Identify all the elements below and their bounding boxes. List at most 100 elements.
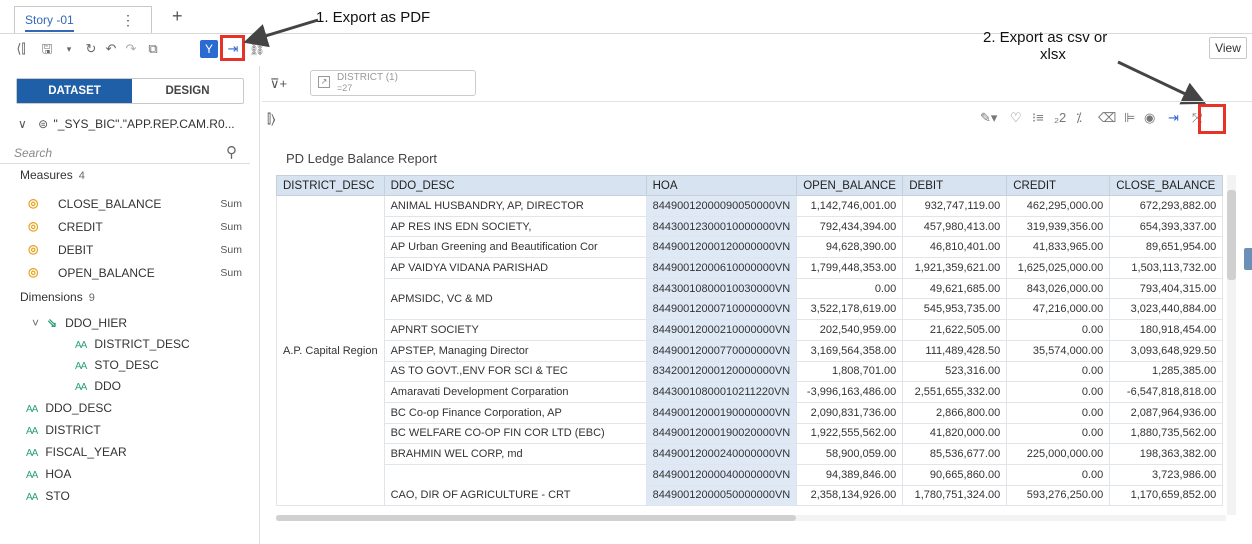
hoa-cell[interactable]: 84490012000190000000VN: [645, 401, 798, 424]
close-balance-cell[interactable]: 793,404,315.00: [1109, 277, 1224, 300]
debit-cell[interactable]: 41,820,000.00: [902, 422, 1008, 445]
debit-cell[interactable]: 2,866,800.00: [902, 401, 1008, 424]
ddo-cell[interactable]: Amaravati Development Corparation: [383, 381, 647, 403]
credit-cell[interactable]: 47,216,000.00: [1006, 298, 1111, 321]
ddo-cell[interactable]: BRAHMIN WEL CORP, md: [383, 443, 647, 465]
ddo-cell[interactable]: BC WELFARE CO-OP FIN COR LTD (EBC): [383, 422, 647, 445]
credit-cell[interactable]: 0.00: [1006, 422, 1111, 445]
close-balance-cell[interactable]: 2,087,964,936.00: [1109, 401, 1224, 424]
ddo-cell[interactable]: CAO, DIR OF AGRICULTURE - CRT: [383, 463, 647, 507]
open-balance-cell[interactable]: 1,799,448,353.00: [796, 257, 904, 279]
dataset-selector[interactable]: ∨ ⊜ "_SYS_BIC"."APP.REP.CAM.R0...: [18, 117, 248, 131]
open-balance-cell[interactable]: 3,522,178,619.00: [796, 298, 904, 321]
debit-cell[interactable]: 1,921,359,621.00: [902, 257, 1008, 279]
close-balance-cell[interactable]: 89,651,954.00: [1109, 236, 1224, 259]
close-balance-cell[interactable]: 1,170,659,852.00: [1109, 484, 1224, 507]
hoa-cell[interactable]: 84490012000210000000VN: [645, 319, 798, 341]
district-cell[interactable]: A.P. Capital Region: [276, 194, 385, 507]
ddo-cell[interactable]: BC Co-op Finance Corporation, AP: [383, 401, 647, 424]
open-balance-cell[interactable]: 94,389,846.00: [796, 463, 904, 486]
credit-cell[interactable]: 0.00: [1006, 360, 1111, 383]
credit-cell[interactable]: 225,000,000.00: [1006, 443, 1111, 465]
hoa-cell[interactable]: 84490012000190020000VN: [645, 422, 798, 445]
column-header[interactable]: OPEN_BALANCE: [796, 175, 904, 196]
eye-icon[interactable]: ◉: [1144, 110, 1155, 126]
open-balance-cell[interactable]: 1,808,701.00: [796, 360, 904, 383]
credit-cell[interactable]: 1,625,025,000.00: [1006, 257, 1111, 279]
close-balance-cell[interactable]: 1,285,385.00: [1109, 360, 1224, 383]
align-icon[interactable]: ⊫: [1124, 110, 1135, 126]
credit-cell[interactable]: 35,574,000.00: [1006, 339, 1111, 362]
hoa-cell[interactable]: 84430010800010211220VN: [645, 381, 798, 403]
open-balance-cell[interactable]: 2,358,134,926.00: [796, 484, 904, 507]
ddo-cell[interactable]: AP VAIDYA VIDANA PARISHAD: [383, 257, 647, 279]
sort-icon[interactable]: ⁝≡: [1032, 110, 1044, 126]
open-balance-cell[interactable]: 2,090,831,736.00: [796, 401, 904, 424]
close-balance-cell[interactable]: 3,093,648,929.50: [1109, 339, 1224, 362]
dimension-item[interactable]: AA FISCAL_YEAR: [26, 445, 127, 459]
close-balance-cell[interactable]: 180,918,454.00: [1109, 319, 1224, 341]
debit-cell[interactable]: 545,953,735.00: [902, 298, 1008, 321]
open-balance-cell[interactable]: 792,434,394.00: [796, 215, 904, 238]
dimension-item[interactable]: AA STO_DESC: [75, 358, 159, 372]
open-balance-cell[interactable]: 202,540,959.00: [796, 319, 904, 341]
column-header[interactable]: DISTRICT_DESC: [276, 175, 385, 196]
debit-cell[interactable]: 85,536,677.00: [902, 443, 1008, 465]
dimension-hierarchy[interactable]: ˅ ⇘ DDO_HIER: [32, 316, 127, 330]
export-data-icon[interactable]: ⇥: [1168, 110, 1179, 126]
column-header[interactable]: CLOSE_BALANCE: [1109, 175, 1224, 196]
credit-cell[interactable]: 593,276,250.00: [1006, 484, 1111, 507]
close-balance-cell[interactable]: 3,723,986.00: [1109, 463, 1224, 486]
hoa-cell[interactable]: 84490012000090050000VN: [645, 195, 798, 217]
column-header[interactable]: CREDIT: [1006, 175, 1111, 196]
hoa-cell[interactable]: 84490012000770000000VN: [645, 339, 798, 362]
dimension-item[interactable]: AA DDO: [75, 379, 121, 393]
search-placeholder[interactable]: Search: [14, 146, 52, 160]
open-balance-cell[interactable]: 58,900,059.00: [796, 443, 904, 465]
hoa-cell[interactable]: 84430010800010030000VN: [645, 277, 798, 300]
percent-icon[interactable]: ⁒: [1076, 110, 1082, 126]
debit-cell[interactable]: 2,551,655,332.00: [902, 381, 1008, 403]
measure-item[interactable]: ◎ OPEN_BALANCE Sum: [28, 265, 244, 283]
close-balance-cell[interactable]: -6,547,818,818.00: [1109, 381, 1224, 403]
hoa-cell[interactable]: 83420012000120000000VN: [645, 360, 798, 383]
measure-item[interactable]: ◎ DEBIT Sum: [28, 242, 244, 260]
hoa-cell[interactable]: 84430012300010000000VN: [645, 215, 798, 238]
close-balance-cell[interactable]: 1,503,113,732.00: [1109, 257, 1224, 279]
ddo-cell[interactable]: APSTEP, Managing Director: [383, 339, 647, 362]
side-panel-handle[interactable]: [1244, 248, 1252, 270]
ddo-cell[interactable]: AP RES INS EDN SOCIETY,: [383, 215, 647, 238]
credit-cell[interactable]: 843,026,000.00: [1006, 277, 1111, 300]
open-balance-cell[interactable]: 0.00: [796, 277, 904, 300]
open-balance-cell[interactable]: 94,628,390.00: [796, 236, 904, 259]
dimension-item[interactable]: AA STO: [26, 489, 70, 503]
measure-item[interactable]: ◎ CREDIT Sum: [28, 219, 244, 237]
close-balance-cell[interactable]: 654,393,337.00: [1109, 215, 1224, 238]
ranking-icon[interactable]: ₂2: [1054, 110, 1066, 125]
search-field[interactable]: Search ⚲: [0, 142, 250, 164]
hoa-cell[interactable]: 84490012000050000000VN: [645, 484, 798, 507]
ddo-cell[interactable]: AP Urban Greening and Beautification Cor: [383, 236, 647, 259]
debit-cell[interactable]: 49,621,685.00: [902, 277, 1008, 300]
horizontal-scrollbar-thumb[interactable]: [276, 515, 796, 521]
dimension-item[interactable]: AA DISTRICT_DESC: [75, 337, 190, 351]
credit-cell[interactable]: 319,939,356.00: [1006, 215, 1111, 238]
debit-cell[interactable]: 523,316.00: [902, 360, 1008, 383]
close-balance-cell[interactable]: 1,880,735,562.00: [1109, 422, 1224, 445]
filter-chip-district[interactable]: ↗ DISTRICT (1) =27: [310, 70, 476, 96]
credit-cell[interactable]: 0.00: [1006, 401, 1111, 424]
credit-cell[interactable]: 0.00: [1006, 319, 1111, 341]
hoa-cell[interactable]: 84490012000240000000VN: [645, 443, 798, 465]
add-filter-icon[interactable]: ⊽+: [270, 76, 287, 92]
panel-toggle-icon[interactable]: ⫿⟩: [267, 111, 275, 127]
edit-icon[interactable]: ✎▾: [980, 110, 997, 126]
close-balance-cell[interactable]: 3,023,440,884.00: [1109, 298, 1224, 321]
hoa-cell[interactable]: 84490012000710000000VN: [645, 298, 798, 321]
debit-cell[interactable]: 457,980,413.00: [902, 215, 1008, 238]
close-balance-cell[interactable]: 672,293,882.00: [1109, 195, 1224, 217]
column-header[interactable]: DEBIT: [902, 175, 1008, 196]
credit-cell[interactable]: 0.00: [1006, 381, 1111, 403]
debit-cell[interactable]: 21,622,505.00: [902, 319, 1008, 341]
credit-cell[interactable]: 0.00: [1006, 463, 1111, 486]
dimension-item[interactable]: AA DDO_DESC: [26, 401, 112, 415]
